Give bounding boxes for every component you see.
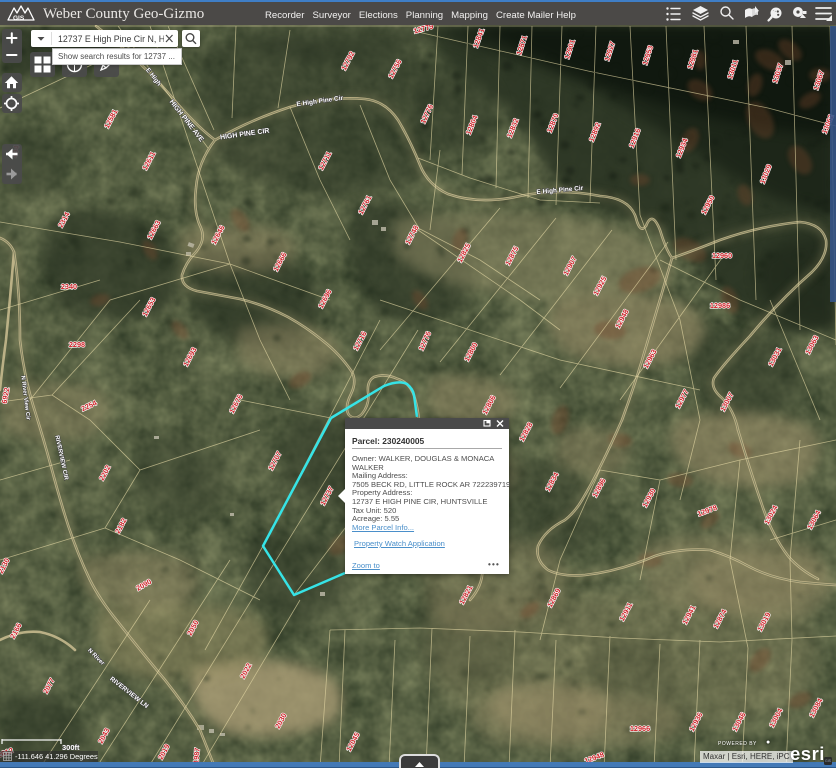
svg-text:12986: 12986: [710, 301, 730, 310]
svg-text:12960: 12960: [712, 251, 732, 260]
svg-text:12966: 12966: [630, 724, 650, 733]
svg-text:2340: 2340: [61, 282, 77, 291]
svg-text:GIS: GIS: [13, 15, 25, 22]
svg-text:2298: 2298: [69, 340, 85, 349]
